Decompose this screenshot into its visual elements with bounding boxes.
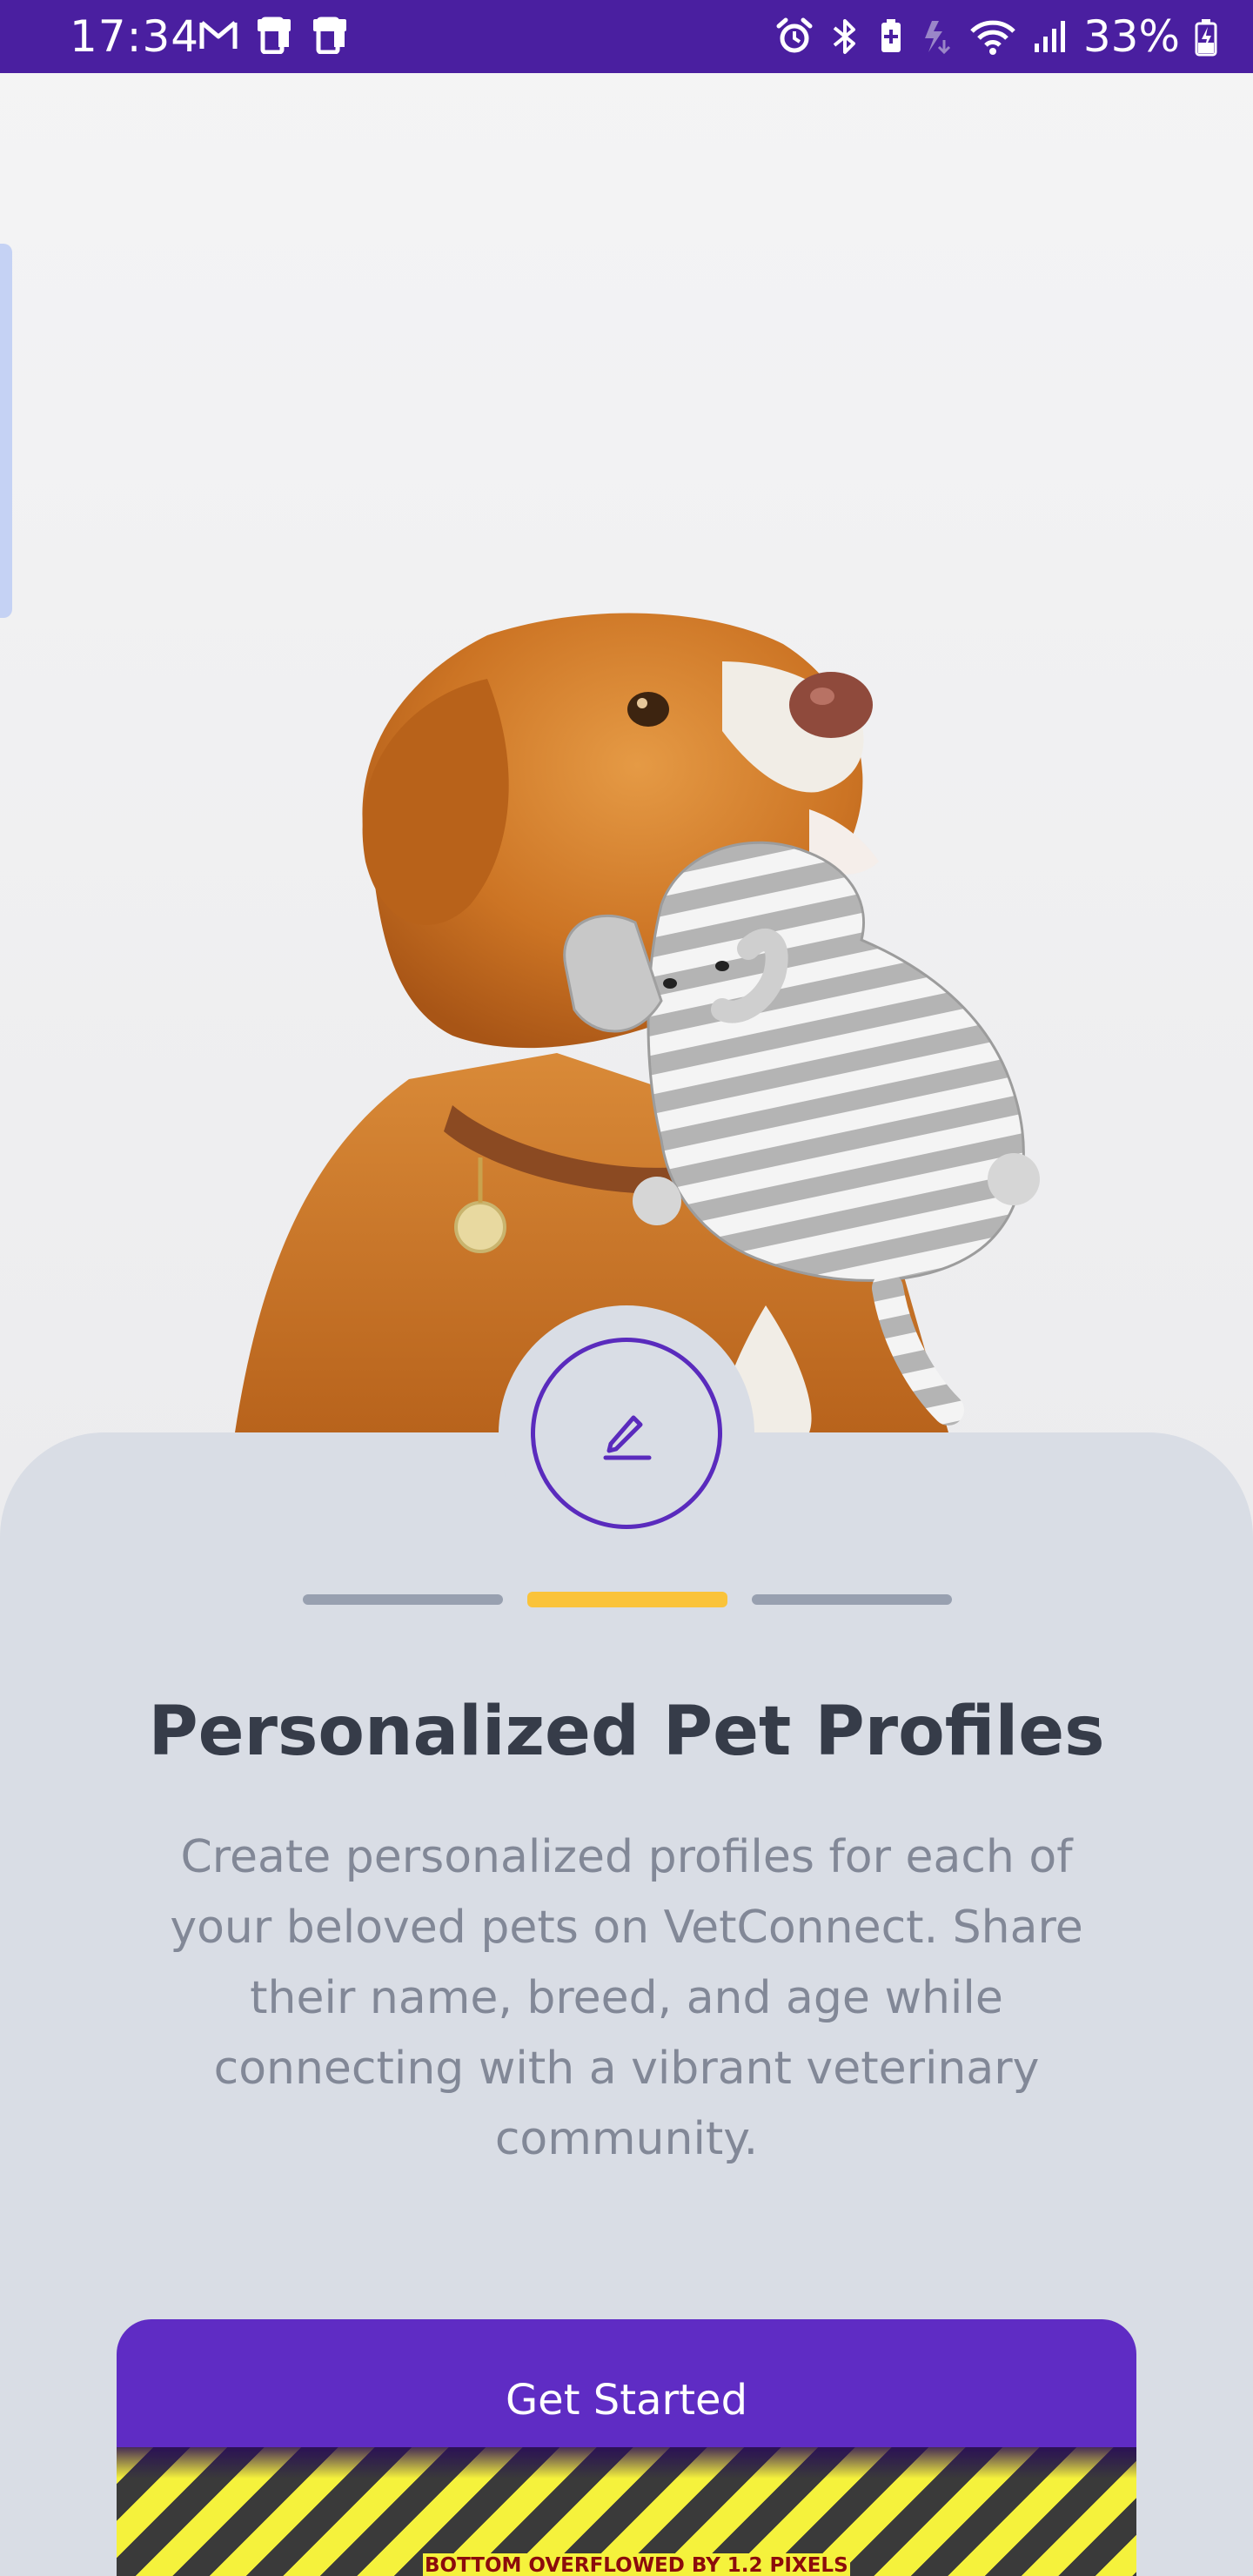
onboarding-title: Personalized Pet Profiles [148, 1693, 1105, 1771]
alarm-icon [775, 17, 814, 56]
onboarding-description: Create personalized profiles for each of… [170, 1831, 1083, 2165]
overflow-warning-stripes: BOTTOM OVERFLOWED BY 1.2 PIXELS [117, 2447, 1136, 2576]
get-started-button[interactable]: Get Started [117, 2319, 1136, 2454]
status-notification-icons [198, 16, 350, 54]
battery-charging-icon [1194, 17, 1218, 57]
page-indicator-dot-2-active[interactable] [527, 1592, 727, 1607]
battery-saver-icon [876, 17, 906, 56]
status-bar: 17:34 33% [0, 0, 1253, 73]
overflow-warning-label: BOTTOM OVERFLOWED BY 1.2 PIXELS [423, 2553, 850, 2576]
data-icon [920, 17, 955, 56]
phone-link-icon [310, 16, 350, 54]
phone-link-icon [254, 16, 294, 54]
hero-dog-image [0, 73, 1253, 1436]
status-system-icons: 33% [775, 10, 1218, 63]
battery-percentage: 33% [1082, 11, 1180, 62]
onboarding-screen: 17:34 33% Personalized Pet Profiles Crea… [0, 0, 1253, 2576]
signal-icon [1031, 17, 1069, 56]
status-time: 17:34 [70, 11, 200, 62]
page-indicator-dot-3[interactable] [752, 1594, 952, 1605]
wifi-icon [968, 17, 1017, 56]
bluetooth-icon [828, 17, 862, 56]
gmail-icon [198, 17, 238, 52]
page-indicator [303, 1592, 952, 1607]
feature-badge [531, 1338, 722, 1529]
edit-icon [592, 1397, 661, 1470]
page-indicator-dot-1[interactable] [303, 1594, 503, 1605]
overflow-shadow [117, 2447, 1136, 2479]
